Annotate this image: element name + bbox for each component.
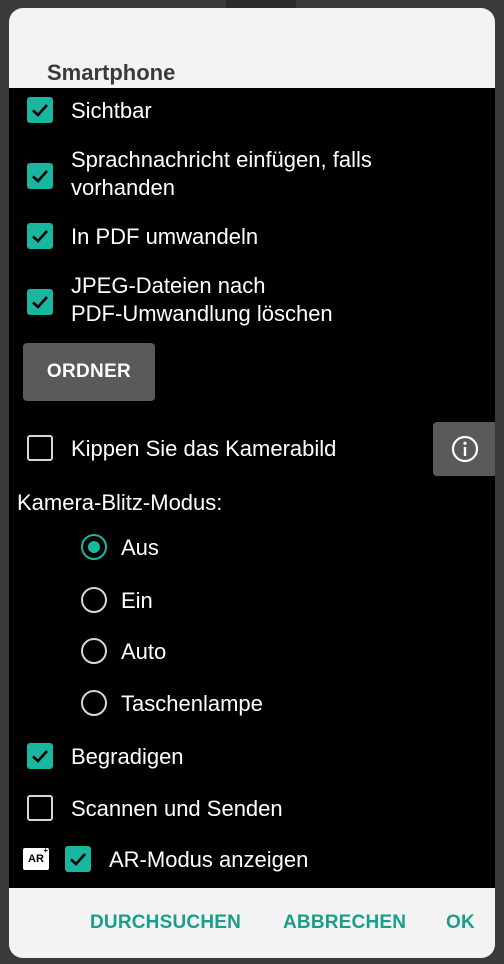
blitz-option-auto[interactable]: Auto bbox=[81, 638, 166, 666]
blitz-option-aus[interactable]: Aus bbox=[81, 534, 159, 562]
blitz-option-ein[interactable]: Ein bbox=[81, 587, 153, 615]
ar-badge-sup: + bbox=[43, 846, 48, 855]
ordner-button[interactable]: ORDNER bbox=[23, 343, 155, 401]
blitz-radio-ein[interactable] bbox=[81, 587, 107, 613]
kippen-option[interactable]: Kippen Sie das Kamerabild bbox=[27, 435, 336, 463]
jpeg-label-line1: JPEG-Dateien nach bbox=[71, 273, 266, 298]
check-icon bbox=[70, 853, 86, 866]
blitz-radio-taschenlampe[interactable] bbox=[81, 690, 107, 716]
jpeg-label: JPEG-Dateien nach PDF-Umwandlung löschen bbox=[71, 272, 333, 328]
info-icon bbox=[451, 435, 479, 463]
sprachnachricht-option[interactable]: Sprachnachricht einfügen, falls vorhande… bbox=[27, 146, 372, 202]
pdf-checkbox[interactable] bbox=[27, 223, 53, 249]
settings-dialog: Smartphone Sichtbar Sprachnachricht einf… bbox=[9, 8, 495, 958]
check-icon bbox=[32, 750, 48, 763]
jpeg-label-line2: PDF-Umwandlung löschen bbox=[71, 301, 333, 326]
kippen-checkbox[interactable] bbox=[27, 435, 53, 461]
jpeg-checkbox[interactable] bbox=[27, 289, 53, 315]
blitz-radio-aus[interactable] bbox=[81, 534, 107, 560]
dialog-content: Sichtbar Sprachnachricht einfügen, falls… bbox=[9, 88, 495, 888]
blitz-label-ein: Ein bbox=[121, 588, 153, 613]
check-icon bbox=[32, 296, 48, 309]
ar-option[interactable]: AR + AR-Modus anzeigen bbox=[23, 846, 308, 874]
check-icon bbox=[32, 170, 48, 183]
jpeg-option[interactable]: JPEG-Dateien nach PDF-Umwandlung löschen bbox=[27, 272, 333, 328]
sichtbar-option[interactable]: Sichtbar bbox=[27, 97, 152, 125]
blitz-mode-label: Kamera-Blitz-Modus: bbox=[17, 490, 223, 515]
info-button[interactable] bbox=[433, 422, 495, 476]
blitz-option-taschenlampe[interactable]: Taschenlampe bbox=[81, 690, 263, 718]
dialog-footer: DURCHSUCHEN ABBRECHEN OK bbox=[9, 888, 495, 958]
browse-button[interactable]: DURCHSUCHEN bbox=[90, 912, 241, 934]
pdf-option[interactable]: In PDF umwandeln bbox=[27, 223, 258, 251]
ar-badge-icon: AR + bbox=[23, 846, 49, 870]
ar-checkbox[interactable] bbox=[65, 846, 91, 872]
sichtbar-checkbox[interactable] bbox=[27, 97, 53, 123]
pdf-label: In PDF umwandeln bbox=[71, 224, 259, 249]
blitz-radio-auto[interactable] bbox=[81, 638, 107, 664]
begradigen-checkbox[interactable] bbox=[27, 743, 53, 769]
scannen-option[interactable]: Scannen und Senden bbox=[27, 795, 283, 823]
sprachnachricht-checkbox[interactable] bbox=[27, 163, 53, 189]
blitz-label-aus: Aus bbox=[121, 535, 159, 560]
sprachnachricht-label-line1: Sprachnachricht einfügen, falls bbox=[71, 147, 372, 172]
begradigen-option[interactable]: Begradigen bbox=[27, 743, 184, 771]
ar-label: AR-Modus anzeigen bbox=[109, 847, 309, 872]
check-icon bbox=[32, 230, 48, 243]
scannen-checkbox[interactable] bbox=[27, 795, 53, 821]
sprachnachricht-label-line2: vorhanden bbox=[71, 175, 175, 200]
sichtbar-label: Sichtbar bbox=[71, 98, 152, 123]
ok-button[interactable]: OK bbox=[446, 912, 475, 934]
kippen-label: Kippen Sie das Kamerabild bbox=[71, 436, 337, 461]
scannen-label: Scannen und Senden bbox=[71, 796, 283, 821]
cancel-button[interactable]: ABBRECHEN bbox=[283, 912, 406, 934]
begradigen-label: Begradigen bbox=[71, 744, 184, 769]
ar-badge-text: AR bbox=[28, 853, 44, 865]
check-icon bbox=[32, 104, 48, 117]
dialog-title: Smartphone bbox=[47, 60, 176, 85]
blitz-label-taschenlampe: Taschenlampe bbox=[121, 691, 263, 716]
status-bar-notch bbox=[226, 0, 296, 8]
sprachnachricht-label: Sprachnachricht einfügen, falls vorhande… bbox=[71, 146, 372, 202]
blitz-label-auto: Auto bbox=[121, 639, 167, 664]
